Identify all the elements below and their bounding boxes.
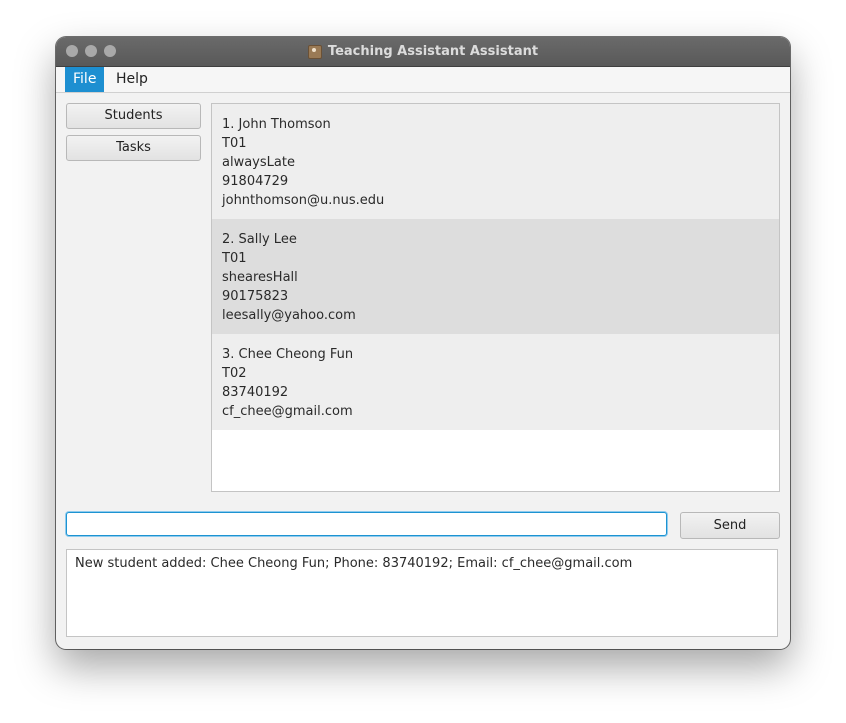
student-tutorial: T01: [222, 251, 247, 266]
student-name: 2. Sally Lee: [222, 232, 297, 247]
app-icon: [307, 44, 322, 59]
student-card[interactable]: 2. Sally Lee T01 shearesHall 90175823 le…: [212, 219, 779, 334]
student-name: 3. Chee Cheong Fun: [222, 347, 354, 362]
student-phone: 83740192: [222, 385, 289, 400]
command-input[interactable]: [66, 512, 667, 536]
result-display: New student added: Chee Cheong Fun; Phon…: [66, 549, 778, 637]
send-button[interactable]: Send: [680, 512, 780, 539]
window-title-area: Teaching Assistant Assistant: [56, 37, 790, 66]
app-window: Teaching Assistant Assistant File Help S…: [56, 37, 790, 649]
title-bar[interactable]: Teaching Assistant Assistant: [56, 37, 790, 67]
student-email: johnthomson@u.nus.edu: [222, 193, 385, 208]
student-card[interactable]: 1. John Thomson T01 alwaysLate 91804729 …: [212, 104, 779, 219]
student-list[interactable]: 1. John Thomson T01 alwaysLate 91804729 …: [211, 103, 780, 492]
student-email: cf_chee@gmail.com: [222, 404, 353, 419]
student-phone: 90175823: [222, 289, 289, 304]
students-button[interactable]: Students: [66, 103, 201, 129]
menu-help[interactable]: Help: [108, 67, 156, 92]
student-email: leesally@yahoo.com: [222, 308, 356, 323]
tasks-button[interactable]: Tasks: [66, 135, 201, 161]
student-phone: 91804729: [222, 174, 289, 189]
student-tag: shearesHall: [222, 270, 298, 285]
menu-file[interactable]: File: [65, 67, 105, 92]
student-name: 1. John Thomson: [222, 117, 331, 132]
student-tag: alwaysLate: [222, 155, 295, 170]
student-tutorial: T02: [222, 366, 247, 381]
window-title: Teaching Assistant Assistant: [327, 44, 539, 59]
menu-bar: File Help: [56, 67, 790, 93]
student-card[interactable]: 3. Chee Cheong Fun T02 83740192 cf_chee@…: [212, 334, 779, 430]
student-tutorial: T01: [222, 136, 247, 151]
